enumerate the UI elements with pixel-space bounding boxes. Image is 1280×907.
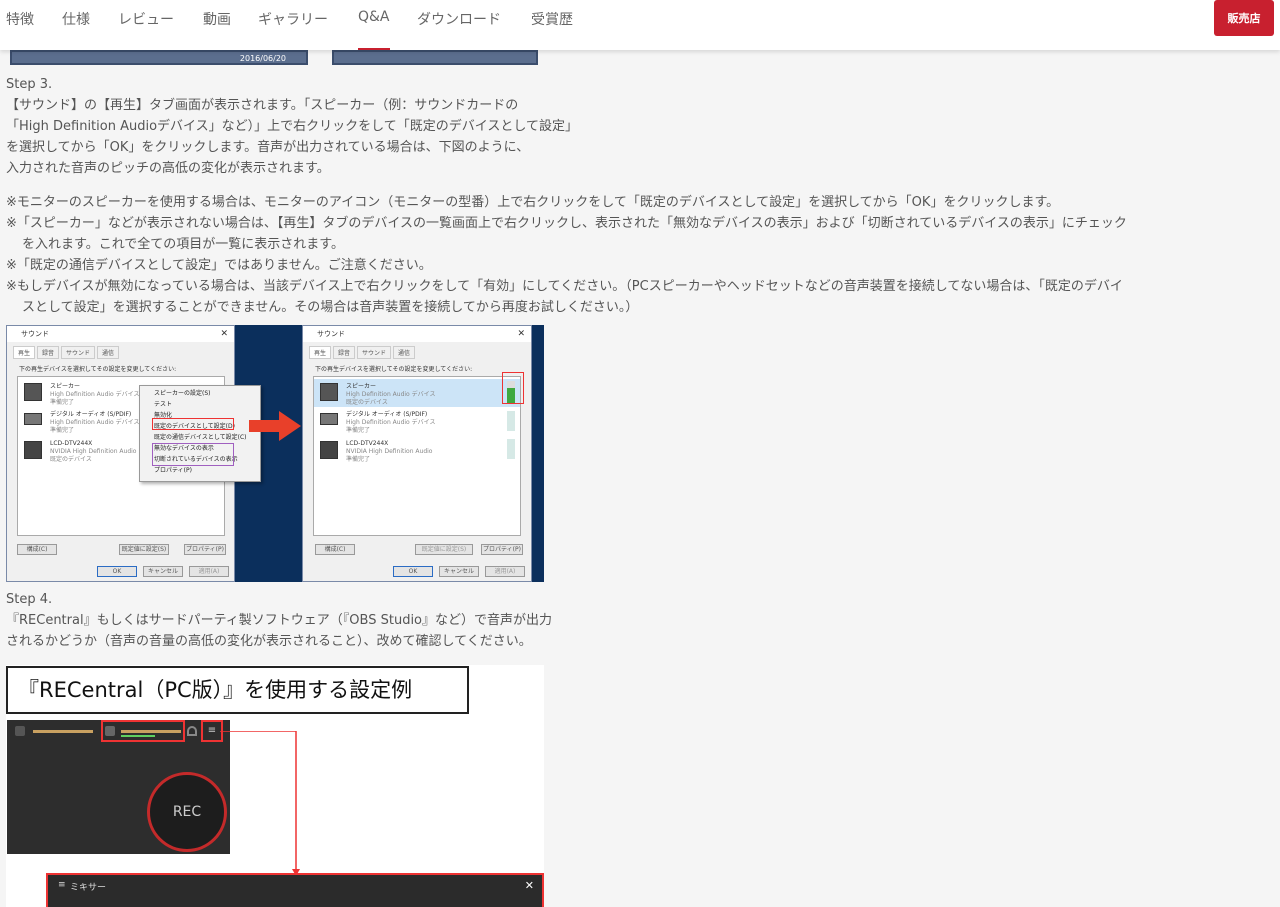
recentral-screenshot: 『RECentral（PC版）』を使用する設定例 ≡ REC ≡ ミキサー ✕ [6,665,544,907]
device-item: スピーカー High Definition Audio デバイス 準備完了 [50,383,140,406]
cancel-button: キャンセル [143,566,183,577]
tab-download[interactable]: ダウンロード [417,9,501,29]
recentral-heading: 『RECentral（PC版）』を使用する設定例 [6,666,469,714]
speaker-icon [105,726,115,736]
device-item: LCD-DTV244X NVIDIA High Definition Audio 準… [346,440,433,463]
close-icon: ✕ [524,879,534,892]
speaker-icon [320,383,338,401]
dealer-button[interactable]: 販売店 [1214,0,1274,36]
set-default-button: 既定値に設定(S) [119,544,169,555]
context-menu: スピーカーの設定(S) テスト 無効化 既定のデバイスとして設定(D) 既定の通… [139,385,261,482]
ok-button: OK [97,566,137,577]
active-tab-indicator [358,48,390,50]
tab-playback: 再生 [13,346,36,359]
device-list: スピーカー High Definition Audio デバイス 既定のデバイス デ… [313,376,521,536]
previous-image-strip-right [332,50,538,65]
sound-dialog-after: サウンド ✕ 再生 録音 サウンド 通信 下の再生デバイスを選択してその設定を変更… [302,325,532,582]
speaker-icon [24,383,42,401]
ok-button: OK [393,566,433,577]
close-icon: ✕ [517,329,525,339]
tab-sounds: サウンド [61,346,96,359]
step3-line: を選択してから「OK」をクリックします。音声が出力されている場合は、下図のように… [6,140,530,155]
mixer-icon: ≡ [58,880,66,890]
set-default-button: 既定値に設定(S) [415,544,473,555]
dialog-instruction: 下の再生デバイスを選択してその設定を変更してください: [19,366,177,373]
menu-item: 既定の通信デバイスとして設定(C) [154,434,247,441]
right-arrow-icon [249,411,301,441]
tab-reviews[interactable]: レビュー [118,9,174,29]
headphone-icon [187,726,197,736]
cancel-button: キャンセル [439,566,479,577]
step3-line: 「High Definition Audioデバイス」など）」上で右クリックをし… [6,119,578,134]
step4-line: されるかどうか（音声の音量の高低の変化が表示されること）、改めて確認してください… [6,634,532,649]
tab-sounds: サウンド [357,346,392,359]
note-monitor: ※モニターのスピーカーを使用する場合は、モニターのアイコン（モニターの型番）上で… [6,195,1060,210]
taskbar-date: 2016/06/20 [239,54,286,63]
previous-image-strip-left: 2016/06/20 [10,50,308,65]
level-meter [507,411,515,431]
note-not-shown: ※「スピーカー」などが表示されない場合は、【再生】タブのデバイスの一覧画面上で右… [6,216,1127,231]
highlight-level-meter [502,372,524,404]
volume-slider [33,730,93,733]
device-item: デジタル オーディオ (S/PDIF) High Definition Audio… [50,411,140,434]
tab-communications: 通信 [97,346,120,359]
tab-qa[interactable]: Q&A [358,9,390,25]
device-item: LCD-DTV244X NVIDIA High Definition Audio 既… [50,440,137,463]
step3-title: Step 3. [6,77,53,92]
step4-title: Step 4. [6,592,53,607]
tab-specs[interactable]: 仕様 [62,9,90,29]
tab-communications: 通信 [393,346,416,359]
tab-awards[interactable]: 受賞歴 [531,9,573,29]
menu-item: スピーカーの設定(S) [154,390,211,397]
device-item: スピーカー High Definition Audio デバイス 既定のデバイス [346,383,436,406]
note-not-shown-cont: を入れます。これで全ての項目が一覧に表示されます。 [22,237,345,252]
tab-videos[interactable]: 動画 [203,9,231,29]
spdif-icon [320,413,338,425]
top-navigation: 特徴 仕様 レビュー 動画 ギャラリー Q&A ダウンロード 受賞歴 販売店 [0,0,1280,50]
upload-icon [15,726,25,736]
dialog-title: サウンド [317,330,345,338]
tab-features[interactable]: 特徴 [6,9,34,29]
close-icon: ✕ [220,329,228,339]
step3-line: 入力された音声のピッチの高低の変化が表示されます。 [6,161,330,176]
menu-item: プロパティ(P) [154,467,192,474]
audio-slider [121,730,181,733]
audio-level-bar [121,735,155,737]
tab-playback: 再生 [309,346,332,359]
recentral-panel: ≡ REC [7,720,230,854]
note-communication: ※「既定の通信デバイスとして設定」ではありません。ご注意ください。 [6,258,432,273]
note-disabled: ※もしデバイスが無効になっている場合は、当該デバイス上で右クリックをして「有効」… [6,279,1123,294]
dialog-title: サウンド [21,330,49,338]
monitor-icon [320,441,338,459]
connector-arrow [220,731,300,876]
monitor-icon [24,441,42,459]
tab-recording: 録音 [333,346,356,359]
mixer-window: ≡ ミキサー ✕ [46,873,544,907]
apply-button: 適用(A) [189,566,229,577]
step4-line: 『RECentral』もしくはサードパーティ製ソフトウェア（『OBS Studi… [6,613,553,628]
dialog-instruction: 下の再生デバイスを選択してその設定を変更してください: [315,366,473,373]
tab-gallery[interactable]: ギャラリー [258,9,328,29]
properties-button: プロパティ(P) [481,544,523,555]
step3-line: 【サウンド】の【再生】タブ画面が表示されます。「スピーカー（例：サウンドカードの [6,98,519,113]
highlight-show-devices [152,443,234,466]
sound-settings-screenshot: サウンド ✕ 再生 録音 サウンド 通信 下の再生デバイスを選択してその設定を変更… [6,325,544,582]
configure-button: 構成(C) [315,544,355,555]
tab-recording: 録音 [37,346,60,359]
level-meter [507,439,515,459]
note-disabled-cont: スとして設定」を選択することができません。その場合は音声装置を接続してから再度お… [22,300,639,315]
configure-button: 構成(C) [17,544,57,555]
device-item: デジタル オーディオ (S/PDIF) High Definition Audio… [346,411,436,434]
apply-button: 適用(A) [485,566,525,577]
menu-item: テスト [154,401,173,408]
properties-button: プロパティ(P) [184,544,226,555]
highlight-set-default [152,418,234,430]
mixer-title: ミキサー [70,883,107,893]
spdif-icon [24,413,42,425]
